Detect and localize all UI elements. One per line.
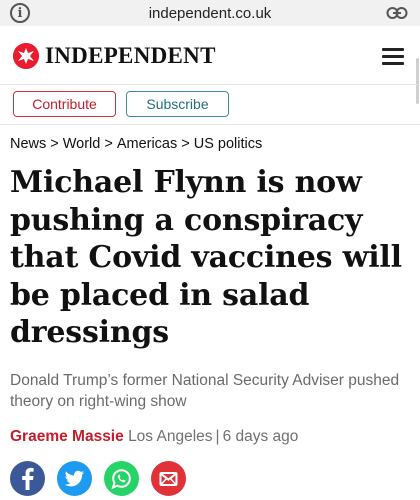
email-icon[interactable] [151,461,186,496]
byline-location: Los Angeles [128,428,213,445]
author-link[interactable]: Graeme Massie [10,428,124,445]
facebook-icon[interactable] [10,461,45,496]
info-icon[interactable]: i [10,3,30,23]
breadcrumb-world[interactable]: World [63,136,101,152]
site-header: INDEPENDENT [0,26,420,104]
link-icon[interactable] [386,6,408,20]
byline-time: 6 days ago [222,428,299,445]
breadcrumb-separator: > [181,136,190,152]
breadcrumb-americas[interactable]: Americas [117,136,177,152]
breadcrumb-us-politics[interactable]: US politics [194,136,263,152]
twitter-icon[interactable] [57,461,92,496]
url-domain[interactable]: independent.co.uk [149,5,272,22]
breadcrumb-news[interactable]: News [10,136,46,152]
article-standfirst: Donald Trump’s former National Security … [10,372,400,410]
header-divider [0,84,420,85]
hamburger-menu-icon[interactable] [382,48,404,65]
contribute-button[interactable]: Contribute [13,91,116,117]
breadcrumb: News > World > Americas > US politics [10,136,262,152]
byline-separator: | [215,428,220,445]
actions-divider [0,124,420,125]
scrollbar[interactable] [416,58,419,104]
subscribe-button[interactable]: Subscribe [126,91,229,117]
browser-url-bar[interactable]: i independent.co.uk [0,0,420,26]
article-headline: Michael Flynn is now pushing a conspirac… [10,165,402,350]
site-logo[interactable]: INDEPENDENT [45,43,216,69]
article-byline: Graeme Massie Los Angeles | 6 days ago [10,428,298,446]
breadcrumb-separator: > [50,136,59,152]
whatsapp-icon[interactable] [104,461,139,496]
eagle-logo-icon[interactable] [13,43,39,69]
breadcrumb-separator: > [104,136,113,152]
